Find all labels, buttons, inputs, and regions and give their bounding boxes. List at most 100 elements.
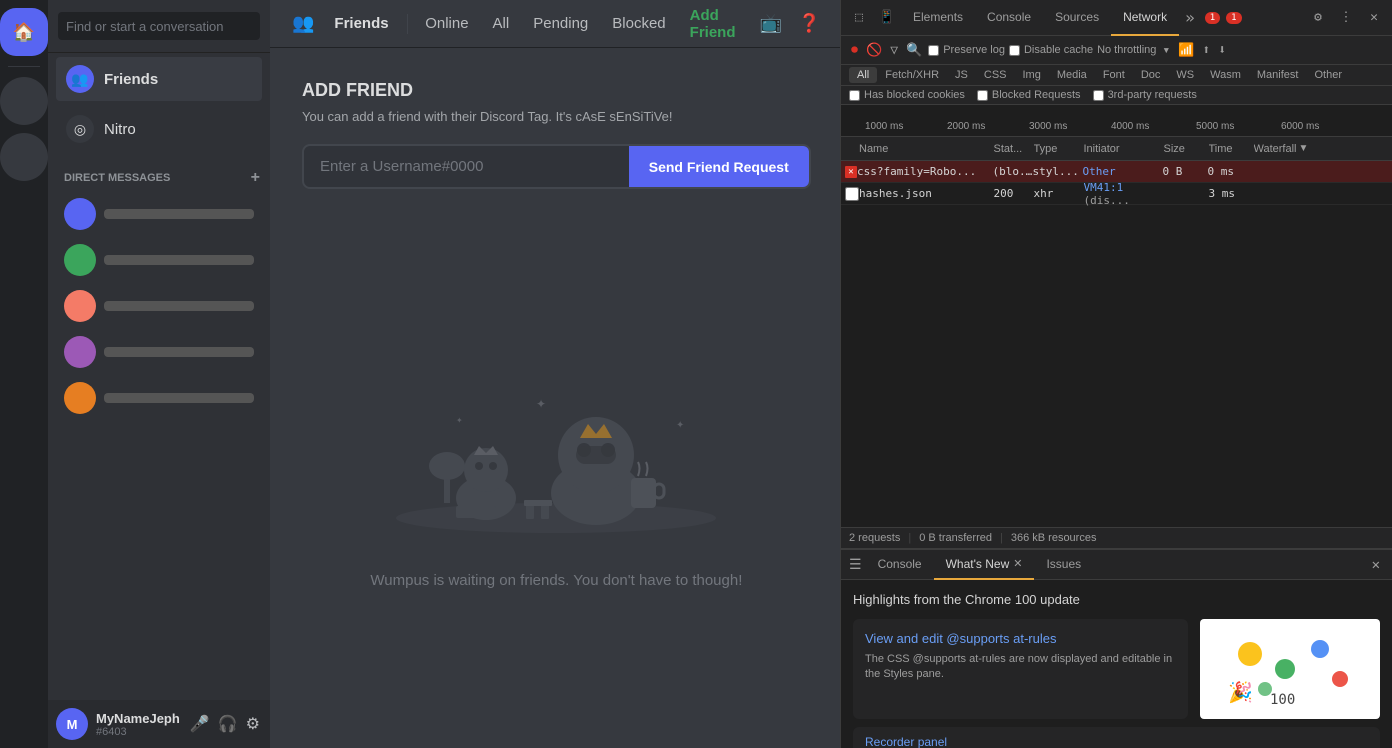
dm-item-2[interactable] <box>56 238 262 282</box>
th-name[interactable]: Name <box>859 143 994 155</box>
nav-tab-pending[interactable]: Pending <box>523 11 598 36</box>
dm-item-4[interactable] <box>56 330 262 374</box>
devtools-more-icon[interactable]: ⋮ <box>1332 4 1360 32</box>
home-server-icon[interactable]: 🏠 <box>0 8 48 56</box>
third-party-requests-label[interactable]: 3rd-party requests <box>1093 89 1197 101</box>
import-icon[interactable]: ⬆ <box>1200 41 1212 60</box>
nav-tab-all[interactable]: All <box>483 11 520 36</box>
whats-new-close[interactable]: ✕ <box>1013 557 1022 570</box>
search-icon[interactable]: 🔍 <box>904 41 924 60</box>
preserve-log-checkbox[interactable]: Preserve log <box>928 44 1005 56</box>
search-placeholder: Find or start a conversation <box>66 19 224 34</box>
bt-tab-whats-new[interactable]: What's New ✕ <box>934 550 1035 580</box>
devtools-settings-icon[interactable]: ⚙ <box>1304 4 1332 32</box>
bottom-panel-close[interactable]: ✕ <box>1364 553 1388 577</box>
wumpus-svg: ✦ ✦ ✦ <box>376 358 736 538</box>
wifi-icon[interactable]: 📶 <box>1176 41 1196 60</box>
deafen-icon[interactable]: 🎧 <box>216 712 240 736</box>
dt-tab-sources[interactable]: Sources <box>1043 0 1111 36</box>
dm-item-3[interactable] <box>56 284 262 328</box>
help-icon[interactable]: ❓ <box>792 9 826 38</box>
disable-cache-checkbox[interactable]: Disable cache <box>1009 44 1093 56</box>
row2-status: 200 <box>994 187 1034 200</box>
nav-tab-friends[interactable]: Friends <box>324 11 398 36</box>
blocked-requests-label[interactable]: Blocked Requests <box>977 89 1081 101</box>
search-bar[interactable]: Find or start a conversation <box>48 0 270 53</box>
devtools-close-icon[interactable]: ✕ <box>1360 4 1388 32</box>
settings-icon[interactable]: ⚙ <box>244 712 262 736</box>
record-icon[interactable]: ⏺ <box>849 40 860 60</box>
type-css[interactable]: CSS <box>976 67 1015 83</box>
server-icon-1[interactable] <box>0 77 48 125</box>
type-fetch-xhr[interactable]: Fetch/XHR <box>877 67 947 83</box>
preserve-log-input[interactable] <box>928 45 939 56</box>
dm-item-1[interactable] <box>56 192 262 236</box>
nitro-nav-item[interactable]: ◎ Nitro <box>56 107 262 151</box>
network-table-header: Name Stat... Type Initiator Size Time Wa… <box>841 137 1392 161</box>
type-font[interactable]: Font <box>1095 67 1133 83</box>
nav-tab-online[interactable]: Online <box>415 11 478 36</box>
type-all[interactable]: All <box>849 67 877 83</box>
status-requests: 2 requests <box>849 532 900 544</box>
bt-tab-console[interactable]: Console <box>866 550 934 580</box>
network-row-2[interactable]: hashes.json 200 xhr VM41:1 (dis... 3 ms <box>841 183 1392 205</box>
user-panel: M MyNameJeph #6403 🎤 🎧 ⚙ <box>48 700 270 748</box>
device-icon[interactable]: 📱 <box>873 4 901 32</box>
th-time[interactable]: Time <box>1209 143 1254 155</box>
no-throttling-label: No throttling <box>1097 44 1156 56</box>
whats-new-link[interactable]: View and edit @supports at-rules <box>865 631 1176 646</box>
search-input[interactable]: Find or start a conversation <box>58 12 260 40</box>
clear-icon[interactable]: 🚫 <box>864 41 884 60</box>
activity-icon[interactable]: 📺 <box>754 9 788 38</box>
network-timeline: 1000 ms 2000 ms 3000 ms 4000 ms 5000 ms … <box>841 105 1392 137</box>
preserve-log-label: Preserve log <box>943 44 1005 56</box>
th-waterfall[interactable]: Waterfall ▼ <box>1254 143 1389 155</box>
type-other[interactable]: Other <box>1306 67 1350 83</box>
add-friend-form: Send Friend Request <box>302 144 811 189</box>
th-type[interactable]: Type <box>1034 143 1084 155</box>
has-blocked-cookies-label[interactable]: Has blocked cookies <box>849 89 965 101</box>
filter-icon[interactable]: ▽ <box>888 41 900 60</box>
throttling-dropdown-icon[interactable]: ▾ <box>1160 41 1172 60</box>
inspect-icon[interactable]: ⬚ <box>845 4 873 32</box>
nitro-icon: ◎ <box>66 115 94 143</box>
bt-tab-issues[interactable]: Issues <box>1034 550 1093 580</box>
disable-cache-input[interactable] <box>1009 45 1020 56</box>
bottom-menu-icon[interactable]: ☰ <box>845 553 866 577</box>
dt-tab-console[interactable]: Console <box>975 0 1043 36</box>
type-media[interactable]: Media <box>1049 67 1095 83</box>
dm-item-5[interactable] <box>56 376 262 420</box>
devtools-top-bar: ⬚ 📱 Elements Console Sources Network » 1… <box>841 0 1392 36</box>
th-status[interactable]: Stat... <box>994 143 1034 155</box>
row2-checkbox[interactable] <box>845 187 859 201</box>
type-manifest[interactable]: Manifest <box>1249 67 1307 83</box>
waterfall-label: Waterfall <box>1254 143 1297 155</box>
has-blocked-cookies-input[interactable] <box>849 90 860 101</box>
type-doc[interactable]: Doc <box>1133 67 1169 83</box>
timeline-label-6: 6000 ms <box>1281 121 1319 132</box>
type-ws[interactable]: WS <box>1168 67 1202 83</box>
friends-nav-item[interactable]: 👥 Friends <box>56 57 262 101</box>
type-img[interactable]: Img <box>1015 67 1049 83</box>
send-friend-request-button[interactable]: Send Friend Request <box>629 146 809 187</box>
blocked-requests-input[interactable] <box>977 90 988 101</box>
export-icon[interactable]: ⬇ <box>1216 41 1228 60</box>
dt-tab-elements[interactable]: Elements <box>901 0 975 36</box>
third-party-requests-input[interactable] <box>1093 90 1104 101</box>
type-js[interactable]: JS <box>947 67 976 83</box>
th-size[interactable]: Size <box>1164 143 1209 155</box>
chrome-update-title: Highlights from the Chrome 100 update <box>853 592 1380 607</box>
th-initiator[interactable]: Initiator <box>1084 143 1164 155</box>
nav-tab-add-friend[interactable]: Add Friend <box>680 3 746 45</box>
dm-name-5 <box>104 393 254 403</box>
main-content: 👥 Friends Online All Pending Blocked Add… <box>270 0 843 748</box>
dt-tab-network[interactable]: Network <box>1111 0 1179 36</box>
server-icon-2[interactable] <box>0 133 48 181</box>
username-input[interactable] <box>304 146 629 187</box>
type-wasm[interactable]: Wasm <box>1202 67 1249 83</box>
recorder-panel-button[interactable]: Recorder panel <box>853 727 1380 748</box>
dt-tab-more[interactable]: » <box>1179 8 1201 27</box>
add-dm-button[interactable]: + <box>251 169 260 187</box>
nav-tab-blocked[interactable]: Blocked <box>602 11 675 36</box>
mute-icon[interactable]: 🎤 <box>188 712 212 736</box>
